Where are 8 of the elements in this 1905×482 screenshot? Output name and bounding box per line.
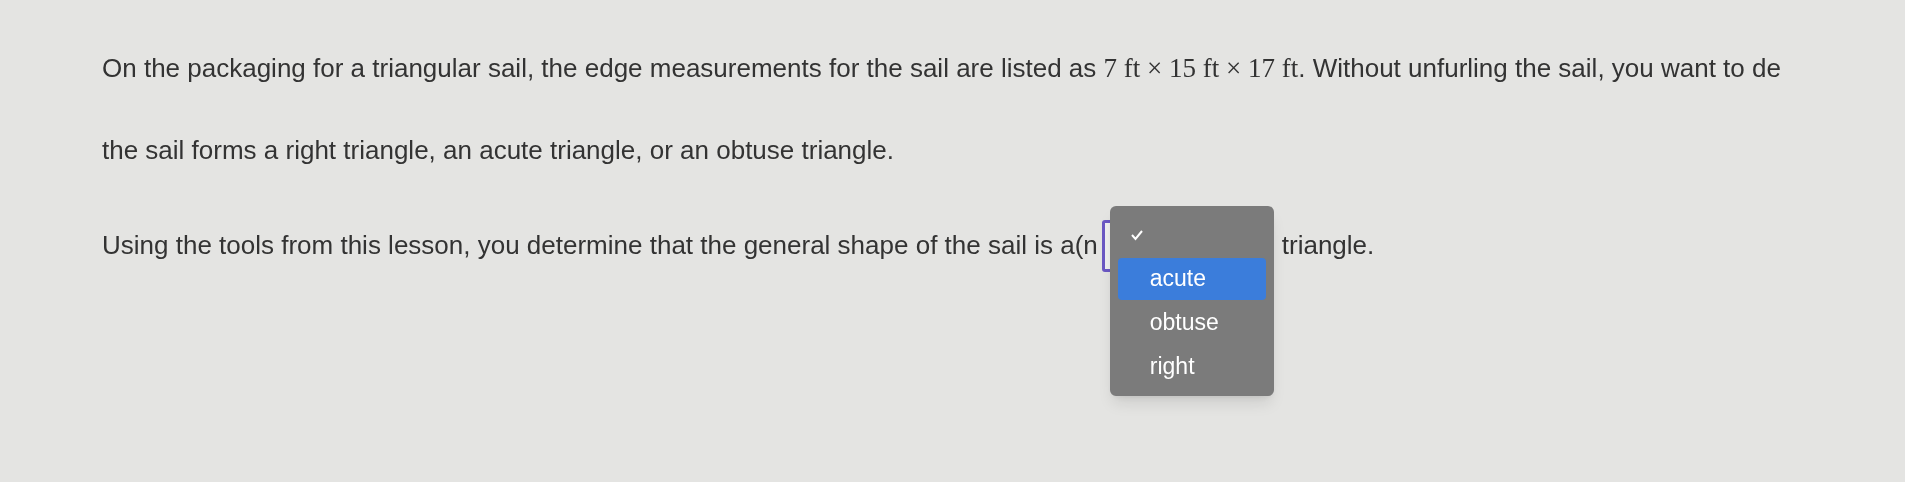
menu-option[interactable]: obtuse <box>1117 301 1266 344</box>
question-text: triangle. <box>1281 229 1375 262</box>
question-text: On the packaging for a triangular sail, the edge measurements for the sail are listed as 7 ft × 15 ft × 17 ft. Without unfurling the sail, you want to de <box>102 52 1782 85</box>
question-text: the sail forms a right triangle, an acute triangle, or an obtuse triangle. <box>102 133 895 167</box>
menu-option[interactable]: right <box>1117 345 1266 388</box>
question-text: Using the tools from this lesson, you determine that the general shape of the sail is a(n <box>102 229 1098 262</box>
menu-option[interactable]: acute <box>1117 257 1266 300</box>
checkmark-icon <box>1129 228 1144 241</box>
